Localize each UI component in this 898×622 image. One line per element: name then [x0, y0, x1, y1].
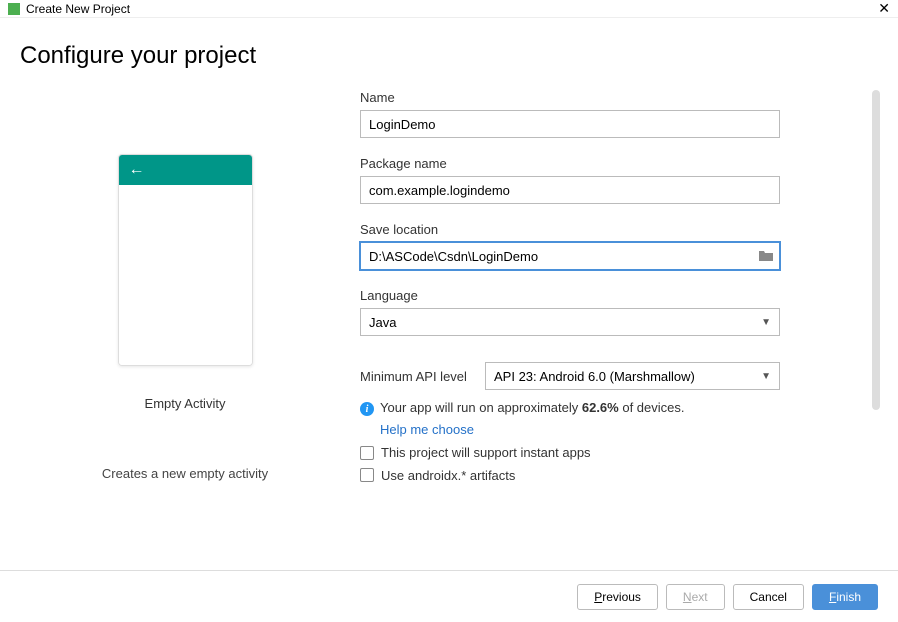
- compatibility-info: Your app will run on approximately 62.6%…: [380, 400, 685, 415]
- instant-apps-label: This project will support instant apps: [381, 445, 591, 460]
- package-input[interactable]: [360, 176, 780, 204]
- language-label: Language: [360, 288, 868, 303]
- api-select[interactable]: API 23: Android 6.0 (Marshmallow) ▼: [485, 362, 780, 390]
- next-button[interactable]: Next: [666, 584, 725, 610]
- preview-panel: ← Empty Activity Creates a new empty act…: [20, 90, 350, 560]
- close-icon[interactable]: ✕: [878, 0, 890, 17]
- package-label: Package name: [360, 156, 868, 171]
- finish-button[interactable]: Finish: [812, 584, 878, 610]
- activity-name: Empty Activity: [145, 396, 226, 411]
- location-input[interactable]: [360, 242, 780, 270]
- api-value: API 23: Android 6.0 (Marshmallow): [494, 369, 695, 384]
- preview-body: [119, 185, 252, 365]
- browse-folder-icon[interactable]: [758, 248, 774, 264]
- preview-appbar: ←: [119, 155, 252, 185]
- scrollbar[interactable]: [872, 90, 880, 410]
- androidx-label: Use androidx.* artifacts: [381, 468, 515, 482]
- instant-apps-checkbox[interactable]: [360, 446, 374, 460]
- androidx-checkbox[interactable]: [360, 468, 374, 482]
- dialog-footer: Previous Next Cancel Finish: [0, 570, 898, 622]
- activity-preview: ←: [118, 154, 253, 366]
- language-value: Java: [369, 315, 396, 330]
- help-me-choose-link[interactable]: Help me choose: [380, 422, 868, 437]
- window-title: Create New Project: [26, 2, 130, 16]
- api-label: Minimum API level: [360, 369, 485, 384]
- language-select[interactable]: Java ▼: [360, 308, 780, 336]
- app-icon: [8, 3, 20, 15]
- form-panel: Name Package name Save location Language…: [350, 90, 878, 560]
- cancel-button[interactable]: Cancel: [733, 584, 804, 610]
- titlebar: Create New Project ✕: [0, 0, 898, 18]
- chevron-down-icon: ▼: [761, 317, 771, 328]
- previous-button[interactable]: Previous: [577, 584, 658, 610]
- activity-description: Creates a new empty activity: [102, 466, 268, 481]
- info-icon: i: [360, 402, 374, 416]
- page-title: Configure your project: [0, 18, 898, 90]
- chevron-down-icon: ▼: [761, 371, 771, 382]
- name-input[interactable]: [360, 110, 780, 138]
- location-label: Save location: [360, 222, 868, 237]
- back-arrow-icon: ←: [129, 161, 145, 179]
- name-label: Name: [360, 90, 868, 105]
